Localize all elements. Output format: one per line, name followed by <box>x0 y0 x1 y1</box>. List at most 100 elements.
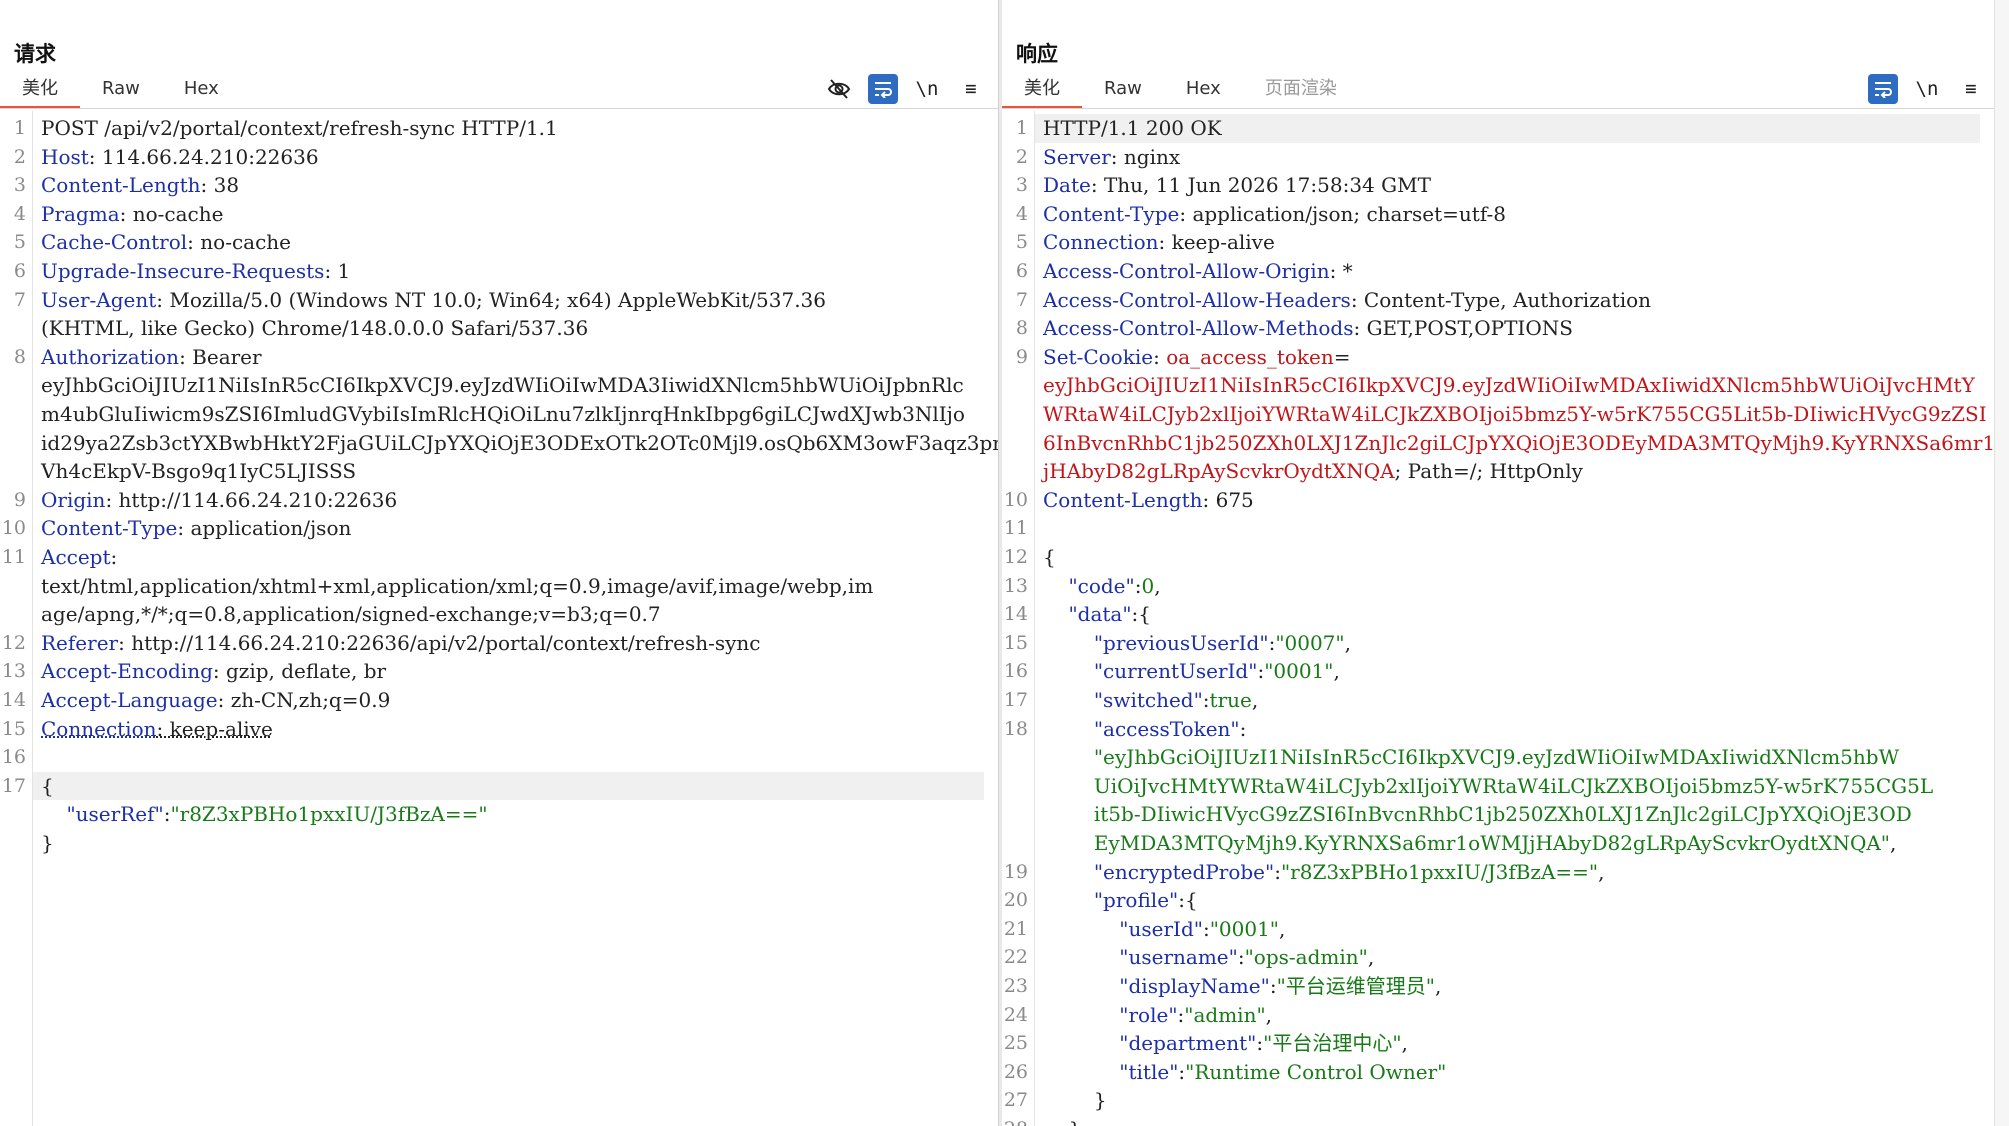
code-token: , <box>1890 831 1897 855</box>
line-number: 8 <box>13 345 26 368</box>
code-token: WRtaW4iLCJyb2xlIjoiYWRtaW4iLCJkZXBOIjoi5… <box>1043 402 1987 426</box>
code-token: "encryptedProbe" <box>1093 859 1275 884</box>
code-line: 1 POST /api/v2/portal/context/refresh-syn… <box>0 114 998 143</box>
code-token: (KHTML, like Gecko) Chrome/148.0.0.0 Saf… <box>41 316 589 341</box>
line-number: 24 <box>1003 1003 1028 1026</box>
code-token: Set-Cookie <box>1043 344 1154 369</box>
code-token: "previousUserId" <box>1093 630 1269 655</box>
code-text: HTTP/1.1 200 OK <box>1043 114 1222 143</box>
code-line: 24 "role":"admin", <box>1002 1001 1994 1030</box>
code-text: (KHTML, like Gecko) Chrome/148.0.0.0 Saf… <box>41 314 588 343</box>
code-line: 15 "previousUserId":"0007", <box>1002 629 1994 658</box>
line-number: 8 <box>1015 317 1028 340</box>
code-text: { <box>41 772 54 801</box>
code-token: Content-Type <box>1043 201 1180 226</box>
code-token: : keep-alive <box>1158 230 1275 255</box>
code-text: Accept-Language: zh-CN,zh;q=0.9 <box>41 686 390 715</box>
response-tab-render[interactable]: 页面渲染 <box>1243 72 1359 106</box>
code-text: Access-Control-Allow-Headers: Content-Ty… <box>1043 286 1651 315</box>
line-number: 1 <box>1015 117 1028 139</box>
code-text: Access-Control-Allow-Methods: GET,POST,O… <box>1043 314 1573 343</box>
code-line: 9 Set-Cookie: oa_access_token= <box>1002 343 1994 372</box>
code-line: 12 Referer: http://114.66.24.210:22636/ap… <box>0 629 998 658</box>
code-token: "displayName" <box>1119 974 1270 998</box>
code-token: "profile" <box>1093 888 1179 913</box>
code-token: , <box>1434 974 1442 998</box>
code-line: 14 Accept-Language: zh-CN,zh;q=0.9 <box>0 686 998 715</box>
code-token: : <box>1237 945 1245 970</box>
line-number: 9 <box>1015 345 1028 368</box>
code-token: Referer <box>41 630 119 655</box>
code-line: text/html,application/xhtml+xml,applicat… <box>0 572 998 601</box>
code-token: :{ <box>1131 602 1151 627</box>
code-token: Server <box>1043 144 1111 169</box>
code-text: Vh4cEkpV-Bsgo9q1IyC5LJISSS <box>41 457 356 486</box>
code-text: Content-Type: application/json; charset=… <box>1043 200 1506 229</box>
code-text: "switched":true, <box>1043 686 1258 715</box>
code-token: Access-Control-Allow-Methods <box>1043 316 1354 341</box>
code-line: eyJhbGciOiJIUzI1NiIsInR5cCI6IkpXVCJ9.eyJ… <box>0 371 998 400</box>
code-token: "平台治理中心" <box>1263 1031 1402 1056</box>
menu-icon[interactable]: ≡ <box>956 74 986 104</box>
code-token: "0001" <box>1209 916 1279 941</box>
code-line: 17 "switched":true, <box>1002 686 1994 715</box>
code-token: : <box>1274 859 1281 884</box>
code-token: : <box>1239 716 1247 741</box>
code-token: "title" <box>1119 1059 1179 1084</box>
hide-eye-icon[interactable] <box>824 74 854 104</box>
line-number: 20 <box>1003 889 1028 912</box>
newline-toggle-button[interactable]: \n <box>1912 74 1942 104</box>
request-editor[interactable]: 1 POST /api/v2/portal/context/refresh-syn… <box>0 111 998 1126</box>
code-token: : nginx <box>1110 144 1181 169</box>
code-line: Vh4cEkpV-Bsgo9q1IyC5LJISSS <box>0 457 998 486</box>
vertical-scrollbar[interactable] <box>1994 0 2009 1126</box>
request-pane: 请求 美化 Raw Hex \n ≡ 1 POST /api/v2/portal/… <box>0 0 998 1126</box>
response-tab-pretty[interactable]: 美化 <box>1002 72 1082 109</box>
code-token: id29ya2Zsb3ctYXBwbHktY2FjaGUiLCJpYXQiOjE… <box>41 430 998 455</box>
line-number: 6 <box>1015 260 1028 282</box>
wrap-lines-icon[interactable] <box>1868 74 1898 104</box>
code-token: , <box>1154 573 1161 598</box>
code-text: text/html,application/xhtml+xml,applicat… <box>41 572 873 601</box>
code-token: Content-Length <box>1043 487 1203 512</box>
code-text: Date: Thu, 11 Jun 2026 17:58:34 GMT <box>1043 171 1431 200</box>
code-token: "department" <box>1119 1031 1257 1056</box>
code-text: Upgrade-Insecure-Requests: 1 <box>41 257 350 286</box>
response-tab-hex[interactable]: Hex <box>1164 72 1243 106</box>
wrap-lines-icon[interactable] <box>868 74 898 104</box>
code-token: Host <box>41 144 89 169</box>
code-text: "currentUserId":"0001", <box>1043 657 1340 686</box>
code-line: (KHTML, like Gecko) Chrome/148.0.0.0 Saf… <box>0 314 998 343</box>
request-tabs-divider <box>0 108 998 109</box>
code-line: 7 Access-Control-Allow-Headers: Content-T… <box>1002 286 1994 315</box>
response-editor[interactable]: 1 HTTP/1.1 200 OK 2 Server: nginx 3 Date: Thu… <box>1002 111 1994 1126</box>
request-tab-hex[interactable]: Hex <box>162 72 241 106</box>
code-line: 4 Pragma: no-cache <box>0 200 998 229</box>
code-text: age/apng,*/*;q=0.8,application/signed-ex… <box>41 600 661 629</box>
code-token: : 675 <box>1202 487 1254 512</box>
code-token: it5b-DIiwicHVycG9zZSI6InBvcnRhbC1jb250ZX… <box>1093 802 1912 827</box>
newline-toggle-button[interactable]: \n <box>912 74 942 104</box>
code-line: 28 } <box>1002 1115 1994 1126</box>
response-tab-raw[interactable]: Raw <box>1082 72 1164 106</box>
code-text: Host: 114.66.24.210:22636 <box>41 143 319 172</box>
request-tab-pretty[interactable]: 美化 <box>0 72 80 109</box>
code-token: Origin <box>41 487 106 512</box>
code-text: jHAbyD82gLRpAyScvkrOydtXNQA; Path=/; Htt… <box>1043 457 1583 486</box>
line-number: 6 <box>13 260 26 282</box>
code-token: "userRef" <box>66 802 164 827</box>
line-number: 12 <box>1003 546 1028 568</box>
code-line: 3 Content-Length: 38 <box>0 171 998 200</box>
menu-icon[interactable]: ≡ <box>1956 74 1986 104</box>
code-line: 6 Upgrade-Insecure-Requests: 1 <box>0 257 998 286</box>
request-tab-raw[interactable]: Raw <box>80 72 162 106</box>
code-token: } <box>41 831 54 855</box>
code-token: : Mozilla/5.0 (Windows NT 10.0; Win64; x… <box>156 287 826 312</box>
code-text: } <box>41 829 54 858</box>
code-text: "username":"ops-admin", <box>1043 943 1374 972</box>
